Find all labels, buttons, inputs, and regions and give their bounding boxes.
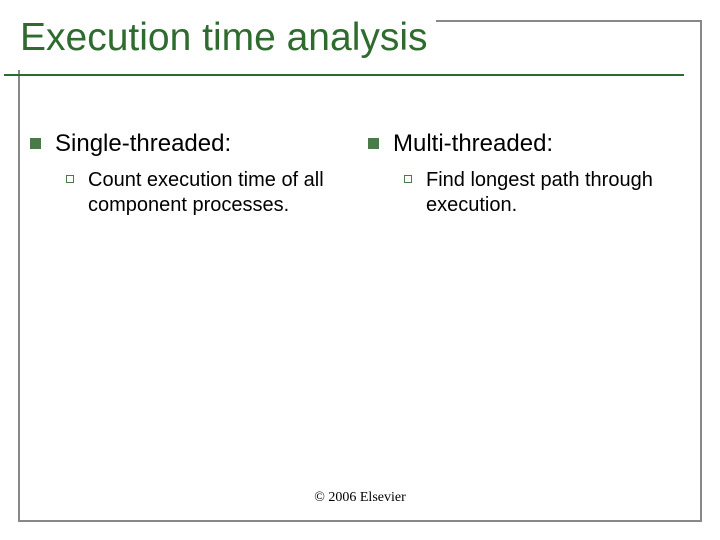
title-area: Execution time analysis	[12, 12, 436, 70]
bullet-level2: Find longest path through execution.	[404, 168, 690, 218]
square-bullet-icon	[368, 138, 379, 149]
slide: Execution time analysis Single-threaded:…	[0, 0, 720, 540]
bullet-level1: Multi-threaded:	[368, 130, 690, 158]
slide-title: Execution time analysis	[20, 16, 428, 60]
left-column: Single-threaded: Count execution time of…	[30, 130, 352, 218]
left-heading: Single-threaded:	[55, 130, 231, 158]
hollow-square-bullet-icon	[66, 175, 74, 183]
bullet-level2: Count execution time of all component pr…	[66, 168, 352, 218]
left-sub: Count execution time of all component pr…	[88, 168, 352, 218]
right-column: Multi-threaded: Find longest path throug…	[368, 130, 690, 218]
right-sub: Find longest path through execution.	[426, 168, 690, 218]
title-underline	[4, 74, 684, 76]
footer-copyright: © 2006 Elsevier	[20, 490, 700, 506]
right-heading: Multi-threaded:	[393, 130, 553, 158]
slide-frame: Execution time analysis Single-threaded:…	[18, 20, 702, 522]
hollow-square-bullet-icon	[404, 175, 412, 183]
bullet-level1: Single-threaded:	[30, 130, 352, 158]
content-area: Single-threaded: Count execution time of…	[30, 130, 690, 218]
square-bullet-icon	[30, 138, 41, 149]
